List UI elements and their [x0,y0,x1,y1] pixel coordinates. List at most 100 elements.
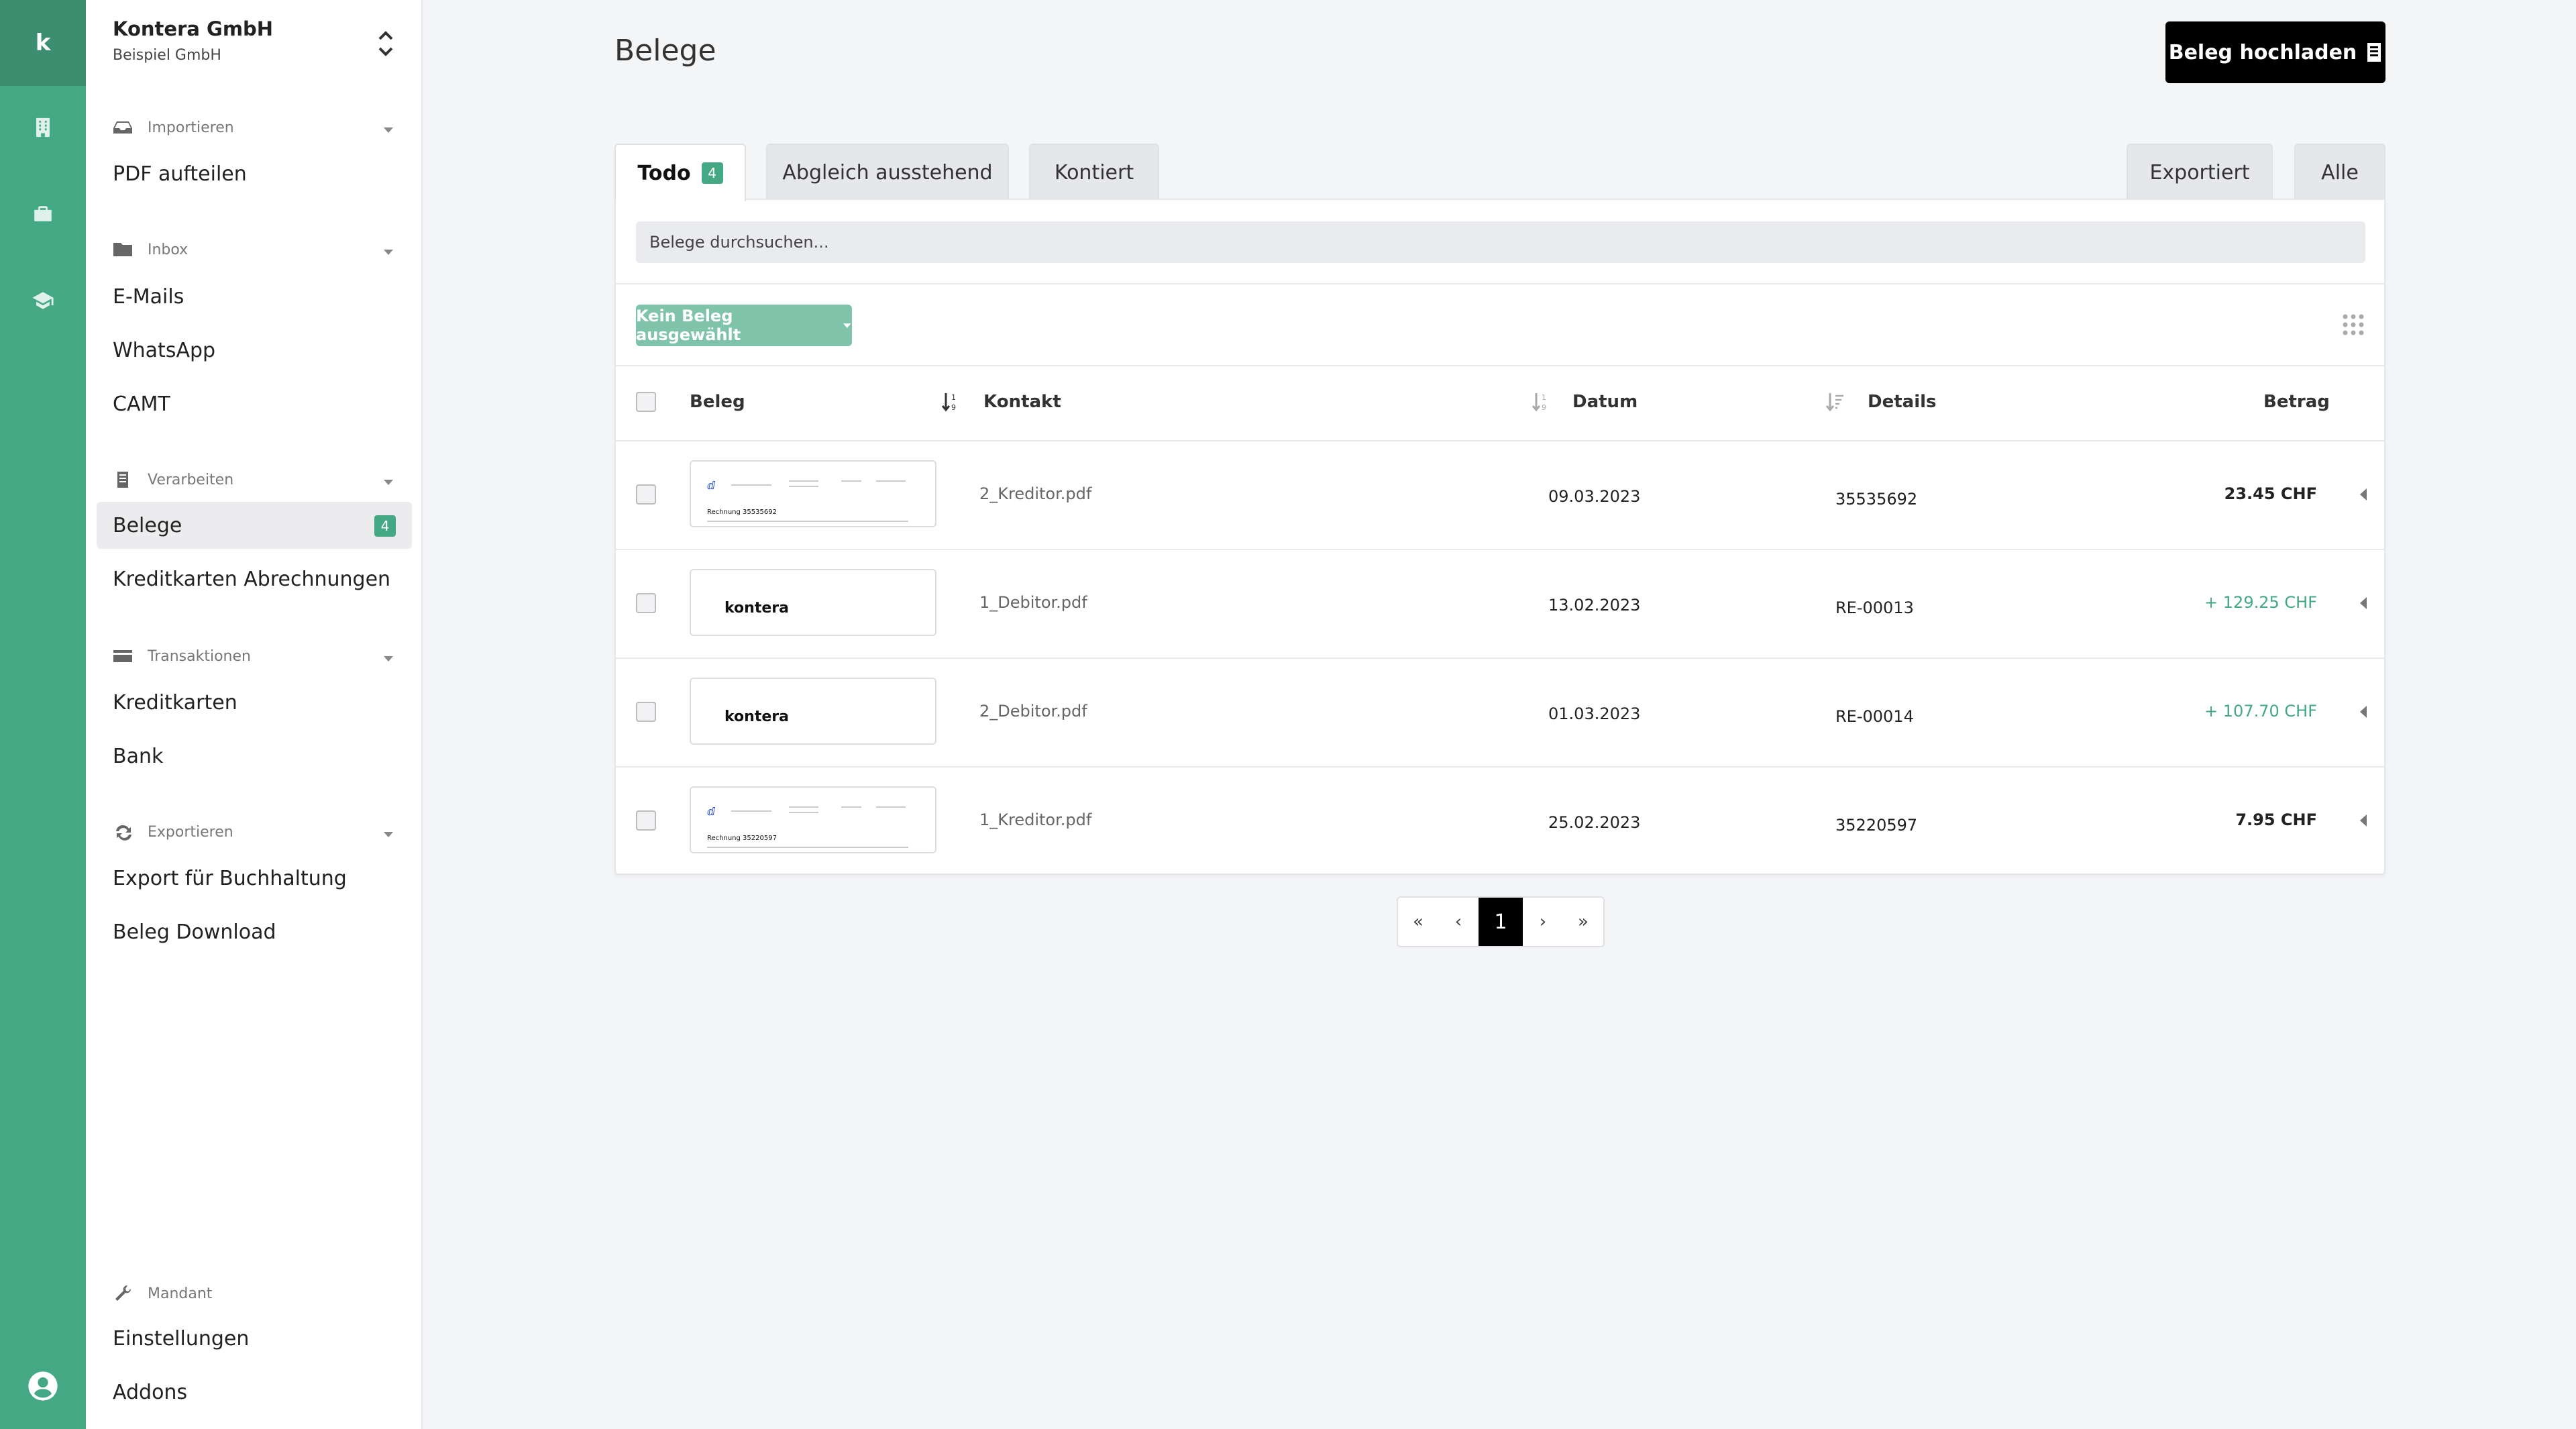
sidebar-item-kreditkarten-abrechnungen[interactable]: Kreditkarten Abrechnungen [97,555,412,602]
amount: + 107.70 CHF [2204,702,2317,721]
column-header-details[interactable]: Details [1868,392,1937,412]
thumbnail-invoice-no: Rechnung 35220597 [707,835,777,842]
sort-icon[interactable] [1825,390,1845,413]
bulk-action-dropdown[interactable]: Kein Beleg ausgewählt [636,305,852,346]
chevron-up-down-icon[interactable] [374,27,397,60]
section-title: Mandant [148,1285,213,1302]
sidebar-item-label: Export für Buchhaltung [113,866,347,890]
row-checkbox[interactable] [636,484,656,505]
pagination-prev[interactable]: ‹ [1438,898,1479,946]
wrench-icon [113,1285,133,1302]
svg-text:1: 1 [1542,393,1546,402]
section-exportieren[interactable]: Exportieren [113,818,394,845]
caret-left-icon[interactable] [2359,487,2368,502]
sort-icon[interactable]: 19 [1531,390,1551,413]
beleg-thumbnail[interactable]: kontera [690,569,936,636]
section-inbox[interactable]: Inbox [113,236,394,263]
sidebar-item-kreditkarten[interactable]: Kreditkarten [97,679,412,726]
section-title: Inbox [148,241,189,258]
sidebar-item-export-buchhaltung[interactable]: Export für Buchhaltung [97,855,412,902]
section-importieren[interactable]: Importieren [113,114,394,141]
user-circle-icon[interactable] [25,1369,60,1404]
column-header-beleg[interactable]: Beleg [690,392,745,412]
select-all-checkbox[interactable] [636,392,656,412]
sidebar-item-addons[interactable]: Addons [97,1369,412,1416]
sort-icon[interactable]: 19 [941,390,961,413]
grid-icon[interactable] [2341,313,2365,337]
building-icon[interactable] [0,107,86,148]
caret-down-icon [382,827,394,837]
thumbnail-kontera-logo: kontera [724,600,789,617]
logo-letter: k [35,30,51,56]
sidebar-item-pdf-aufteilen[interactable]: PDF aufteilen [97,150,412,197]
inbox-icon [113,119,133,136]
count-badge: 4 [374,515,396,537]
beleg-thumbnail[interactable]: kontera [690,678,936,745]
beleg-thumbnail[interactable]: ⅆ Rechnung 35535692 [690,460,936,527]
amount: + 129.25 CHF [2204,593,2317,612]
amount: 7.95 CHF [2235,810,2317,829]
caret-left-icon[interactable] [2359,813,2368,828]
thumbnail-logo: ⅆ [707,805,715,818]
row-checkbox[interactable] [636,593,656,613]
sidebar-item-label: Einstellungen [113,1326,250,1351]
sidebar-item-label: CAMT [113,392,170,416]
tab-alle[interactable]: Alle [2294,144,2385,200]
beleg-thumbnail[interactable]: ⅆ Rechnung 35220597 [690,786,936,853]
section-verarbeiten[interactable]: Verarbeiten [113,466,394,493]
sidebar-item-whatsapp[interactable]: WhatsApp [97,327,412,374]
caret-left-icon[interactable] [2359,596,2368,611]
sidebar-item-beleg-download[interactable]: Beleg Download [97,908,412,955]
upload-button-label: Beleg hochladen [2168,40,2357,64]
tab-label: Todo [637,161,691,185]
thumbnail-invoice-no: Rechnung 35535692 [707,509,777,516]
sidebar-item-label: Belege [113,513,182,537]
row-checkbox[interactable] [636,702,656,722]
sidebar-item-bank[interactable]: Bank [97,733,412,780]
count-badge: 4 [701,162,723,184]
section-title: Verarbeiten [148,471,234,488]
search-input[interactable] [636,221,2365,263]
table-row[interactable]: ⅆ Rechnung 35220597 1_Kreditor.pdf 25.02… [616,766,2384,875]
sidebar-item-camt[interactable]: CAMT [97,380,412,427]
table-row[interactable]: kontera 1_Debitor.pdf 13.02.2023 RE-0001… [616,549,2384,657]
pagination-next[interactable]: › [1523,898,1563,946]
tab-kontiert[interactable]: Kontiert [1029,144,1159,200]
bulk-action-label: Kein Beleg ausgewählt [636,307,741,344]
org-switcher[interactable]: Kontera GmbH Beispiel GmbH [113,17,273,64]
details: RE-00014 [1835,707,1914,726]
thumbnail-line [789,806,818,808]
sidebar-item-einstellungen[interactable]: Einstellungen [97,1315,412,1362]
thumbnail-line [841,806,861,808]
table-row[interactable]: ⅆ Rechnung 35535692 2_Kreditor.pdf 09.03… [616,440,2384,549]
caret-left-icon[interactable] [2359,704,2368,719]
refresh-icon [113,823,133,841]
pagination-current[interactable]: 1 [1479,898,1523,946]
file-name: 1_Debitor.pdf [979,593,1087,612]
details: 35535692 [1835,490,1918,509]
upload-button[interactable]: Beleg hochladen [2165,21,2385,83]
pagination-first[interactable]: « [1398,898,1438,946]
pagination-last[interactable]: » [1563,898,1603,946]
row-checkbox[interactable] [636,810,656,831]
caret-down-icon [382,244,394,255]
table-row[interactable]: kontera 2_Debitor.pdf 01.03.2023 RE-0001… [616,657,2384,766]
tab-abgleich-ausstehend[interactable]: Abgleich ausstehend [766,144,1009,200]
column-header-betrag[interactable]: Betrag [2263,392,2330,412]
svg-text:1: 1 [951,393,956,402]
svg-text:9: 9 [951,403,956,412]
sidebar-item-label: Beleg Download [113,920,276,944]
graduation-cap-icon[interactable] [0,280,86,321]
app-logo[interactable]: k [0,0,86,86]
sidebar-item-belege[interactable]: Belege 4 [97,502,412,549]
folder-icon [113,241,133,258]
column-header-kontakt[interactable]: Kontakt [983,392,1061,412]
section-transaktionen[interactable]: Transaktionen [113,643,394,670]
tab-todo[interactable]: Todo 4 [614,144,746,201]
tab-exportiert[interactable]: Exportiert [2127,144,2273,200]
thumbnail-kontera-logo: kontera [724,708,789,725]
thumbnail-line [876,480,906,482]
sidebar-item-emails[interactable]: E-Mails [97,273,412,320]
briefcase-icon[interactable] [0,195,86,235]
column-header-datum[interactable]: Datum [1572,392,1638,412]
